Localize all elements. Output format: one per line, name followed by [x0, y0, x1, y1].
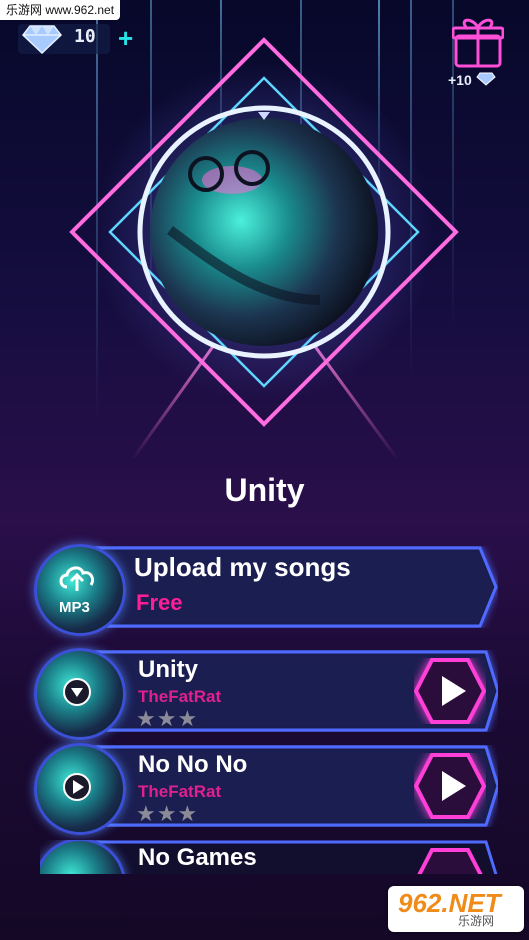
song-title: No Games	[138, 844, 257, 871]
mp3-badge: MP3	[59, 599, 90, 616]
song-card[interactable]: Unity TheFatRat ★★★	[34, 648, 498, 740]
song-artist: TheFatRat	[138, 782, 222, 801]
album-art-hero	[69, 37, 459, 460]
song-card[interactable]: No No No TheFatRat ★★★	[34, 743, 498, 835]
watermark-logo: 962.NET 乐游网	[388, 886, 524, 932]
watermark-sub: 乐游网	[458, 914, 495, 928]
song-stars: ★★★	[136, 706, 199, 731]
play-button[interactable]	[414, 658, 486, 724]
song-stars: ★★★	[136, 801, 199, 826]
upload-price: Free	[136, 590, 183, 615]
cloud-upload-icon	[59, 566, 95, 591]
play-small-icon	[63, 678, 91, 706]
upload-songs-card[interactable]: MP3 Upload my songs Free	[34, 544, 498, 636]
song-artist: TheFatRat	[138, 687, 222, 706]
song-disc	[34, 743, 126, 835]
song-disc	[34, 648, 126, 740]
play-button[interactable]	[414, 848, 486, 874]
play-small-icon	[63, 773, 91, 801]
song-card[interactable]: No Games	[40, 840, 498, 874]
play-button[interactable]	[414, 753, 486, 819]
song-title: No No No	[138, 751, 248, 778]
upload-disc: MP3	[34, 544, 126, 636]
now-playing-title: Unity	[224, 472, 305, 508]
upload-title: Upload my songs	[134, 552, 351, 582]
song-title: Unity	[138, 656, 198, 683]
